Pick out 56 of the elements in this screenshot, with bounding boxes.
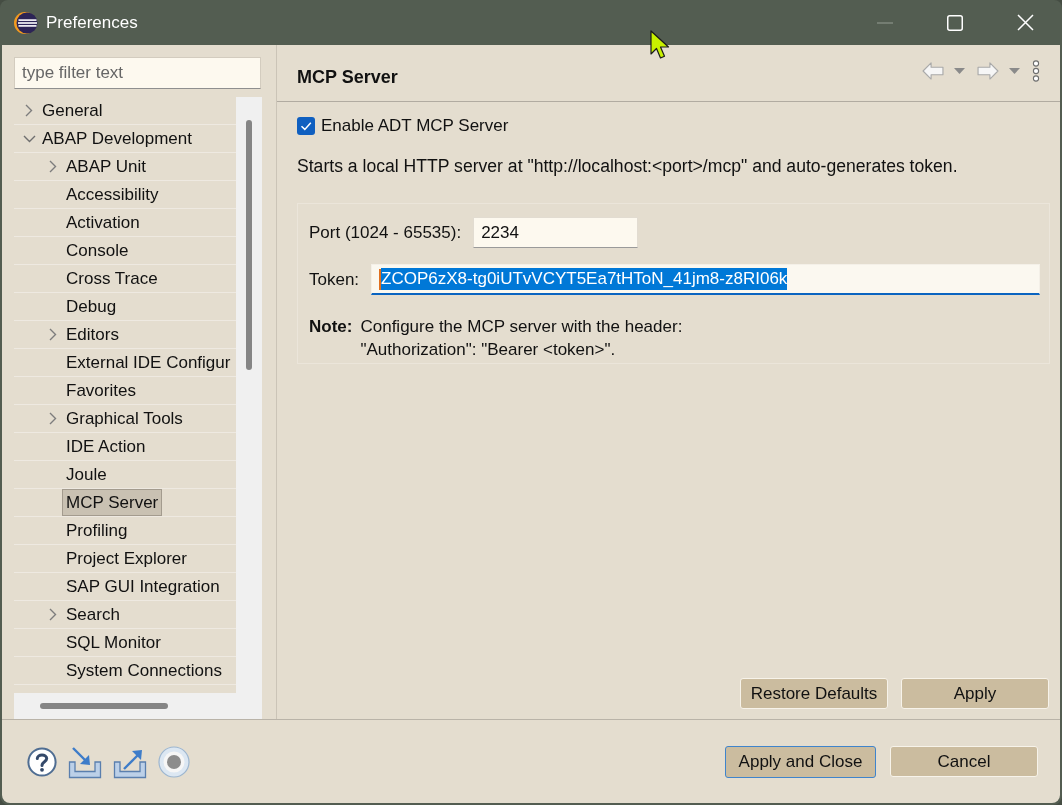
mouse-pointer-icon (650, 30, 671, 60)
app-logo-icon (14, 10, 38, 35)
chevron-right-icon[interactable] (49, 412, 57, 425)
action-button[interactable]: Apply (901, 678, 1049, 709)
menu-icon[interactable] (1032, 60, 1040, 82)
tree-item[interactable]: Joule (62, 461, 111, 488)
caret-down-icon[interactable] (954, 68, 965, 74)
tree-item[interactable]: ABAP Development (38, 125, 196, 152)
dialog-button[interactable]: Apply and Close (725, 745, 876, 778)
tree-item[interactable]: MCP Server (62, 489, 163, 516)
tree-item[interactable]: Console (62, 237, 133, 264)
vertical-scrollbar[interactable] (236, 97, 262, 719)
tree-item[interactable]: Cross Trace (62, 265, 162, 292)
tree-item[interactable]: External IDE Configur (62, 349, 235, 376)
tree-item[interactable]: Favorites (62, 377, 140, 404)
checkbox-label[interactable]: Enable ADT MCP Server (321, 116, 509, 136)
chevron-right-icon[interactable] (49, 160, 57, 173)
caret-down-icon[interactable] (1009, 68, 1020, 74)
close-icon[interactable] (1016, 14, 1034, 31)
horizontal-scrollbar[interactable] (14, 693, 236, 719)
arrow-into-tray-icon[interactable] (68, 744, 102, 779)
tree-item[interactable]: Accessibility (62, 181, 163, 208)
token-label: Token: (309, 269, 360, 290)
tree-item[interactable]: Activation (62, 209, 144, 236)
token-field[interactable]: ZCOP6zX8-tg0iUTvVCYT5Ea7tHToN_41jm8-z8RI06k (371, 264, 1040, 295)
chevron-right-icon[interactable] (49, 608, 57, 621)
chevron-right-icon[interactable] (49, 328, 57, 341)
page-title: MCP Server (297, 66, 398, 88)
note-text: Configure the MCP server with the header: "Authorization": "Bearer <token>". (360, 316, 683, 361)
dialog-button[interactable]: Cancel (890, 746, 1038, 777)
port-label: Port (1024 - 65535): (309, 222, 462, 243)
tree-item[interactable]: Graphical Tools (62, 405, 187, 432)
text-cursor-icon (379, 268, 382, 290)
help-icon[interactable] (27, 746, 57, 777)
description-text: Starts a local HTTP server at "http://localhost:<port>/mcp" and auto-generates token. (297, 156, 959, 176)
tree-item[interactable]: System Connections (62, 657, 226, 684)
chevron-down-icon[interactable] (22, 134, 36, 143)
tree-item[interactable]: Project Explorer (62, 545, 191, 572)
checkbox[interactable] (297, 117, 315, 135)
action-button[interactable]: Restore Defaults (740, 678, 888, 709)
port-field[interactable]: 2234 (473, 217, 639, 248)
note-label: Note: (309, 316, 353, 338)
record-icon[interactable] (158, 745, 190, 778)
tree-item[interactable]: General (38, 97, 107, 124)
tree-item[interactable]: ABAP Unit (62, 153, 150, 180)
tree-item[interactable]: IDE Action (62, 433, 150, 460)
tree-item[interactable]: Search (62, 601, 124, 628)
chevron-right-icon[interactable] (25, 104, 33, 117)
maximize-icon[interactable] (947, 14, 963, 31)
tree-item[interactable]: SAP GUI Integration (62, 573, 224, 600)
window-title: Preferences (46, 12, 138, 33)
tree-item[interactable]: Profiling (62, 517, 132, 544)
tree-item[interactable]: Debug (62, 293, 121, 320)
tree-item[interactable]: Editors (62, 321, 123, 348)
tree-item[interactable]: SQL Monitor (62, 629, 165, 656)
filter-field[interactable]: type filter text (14, 57, 261, 89)
